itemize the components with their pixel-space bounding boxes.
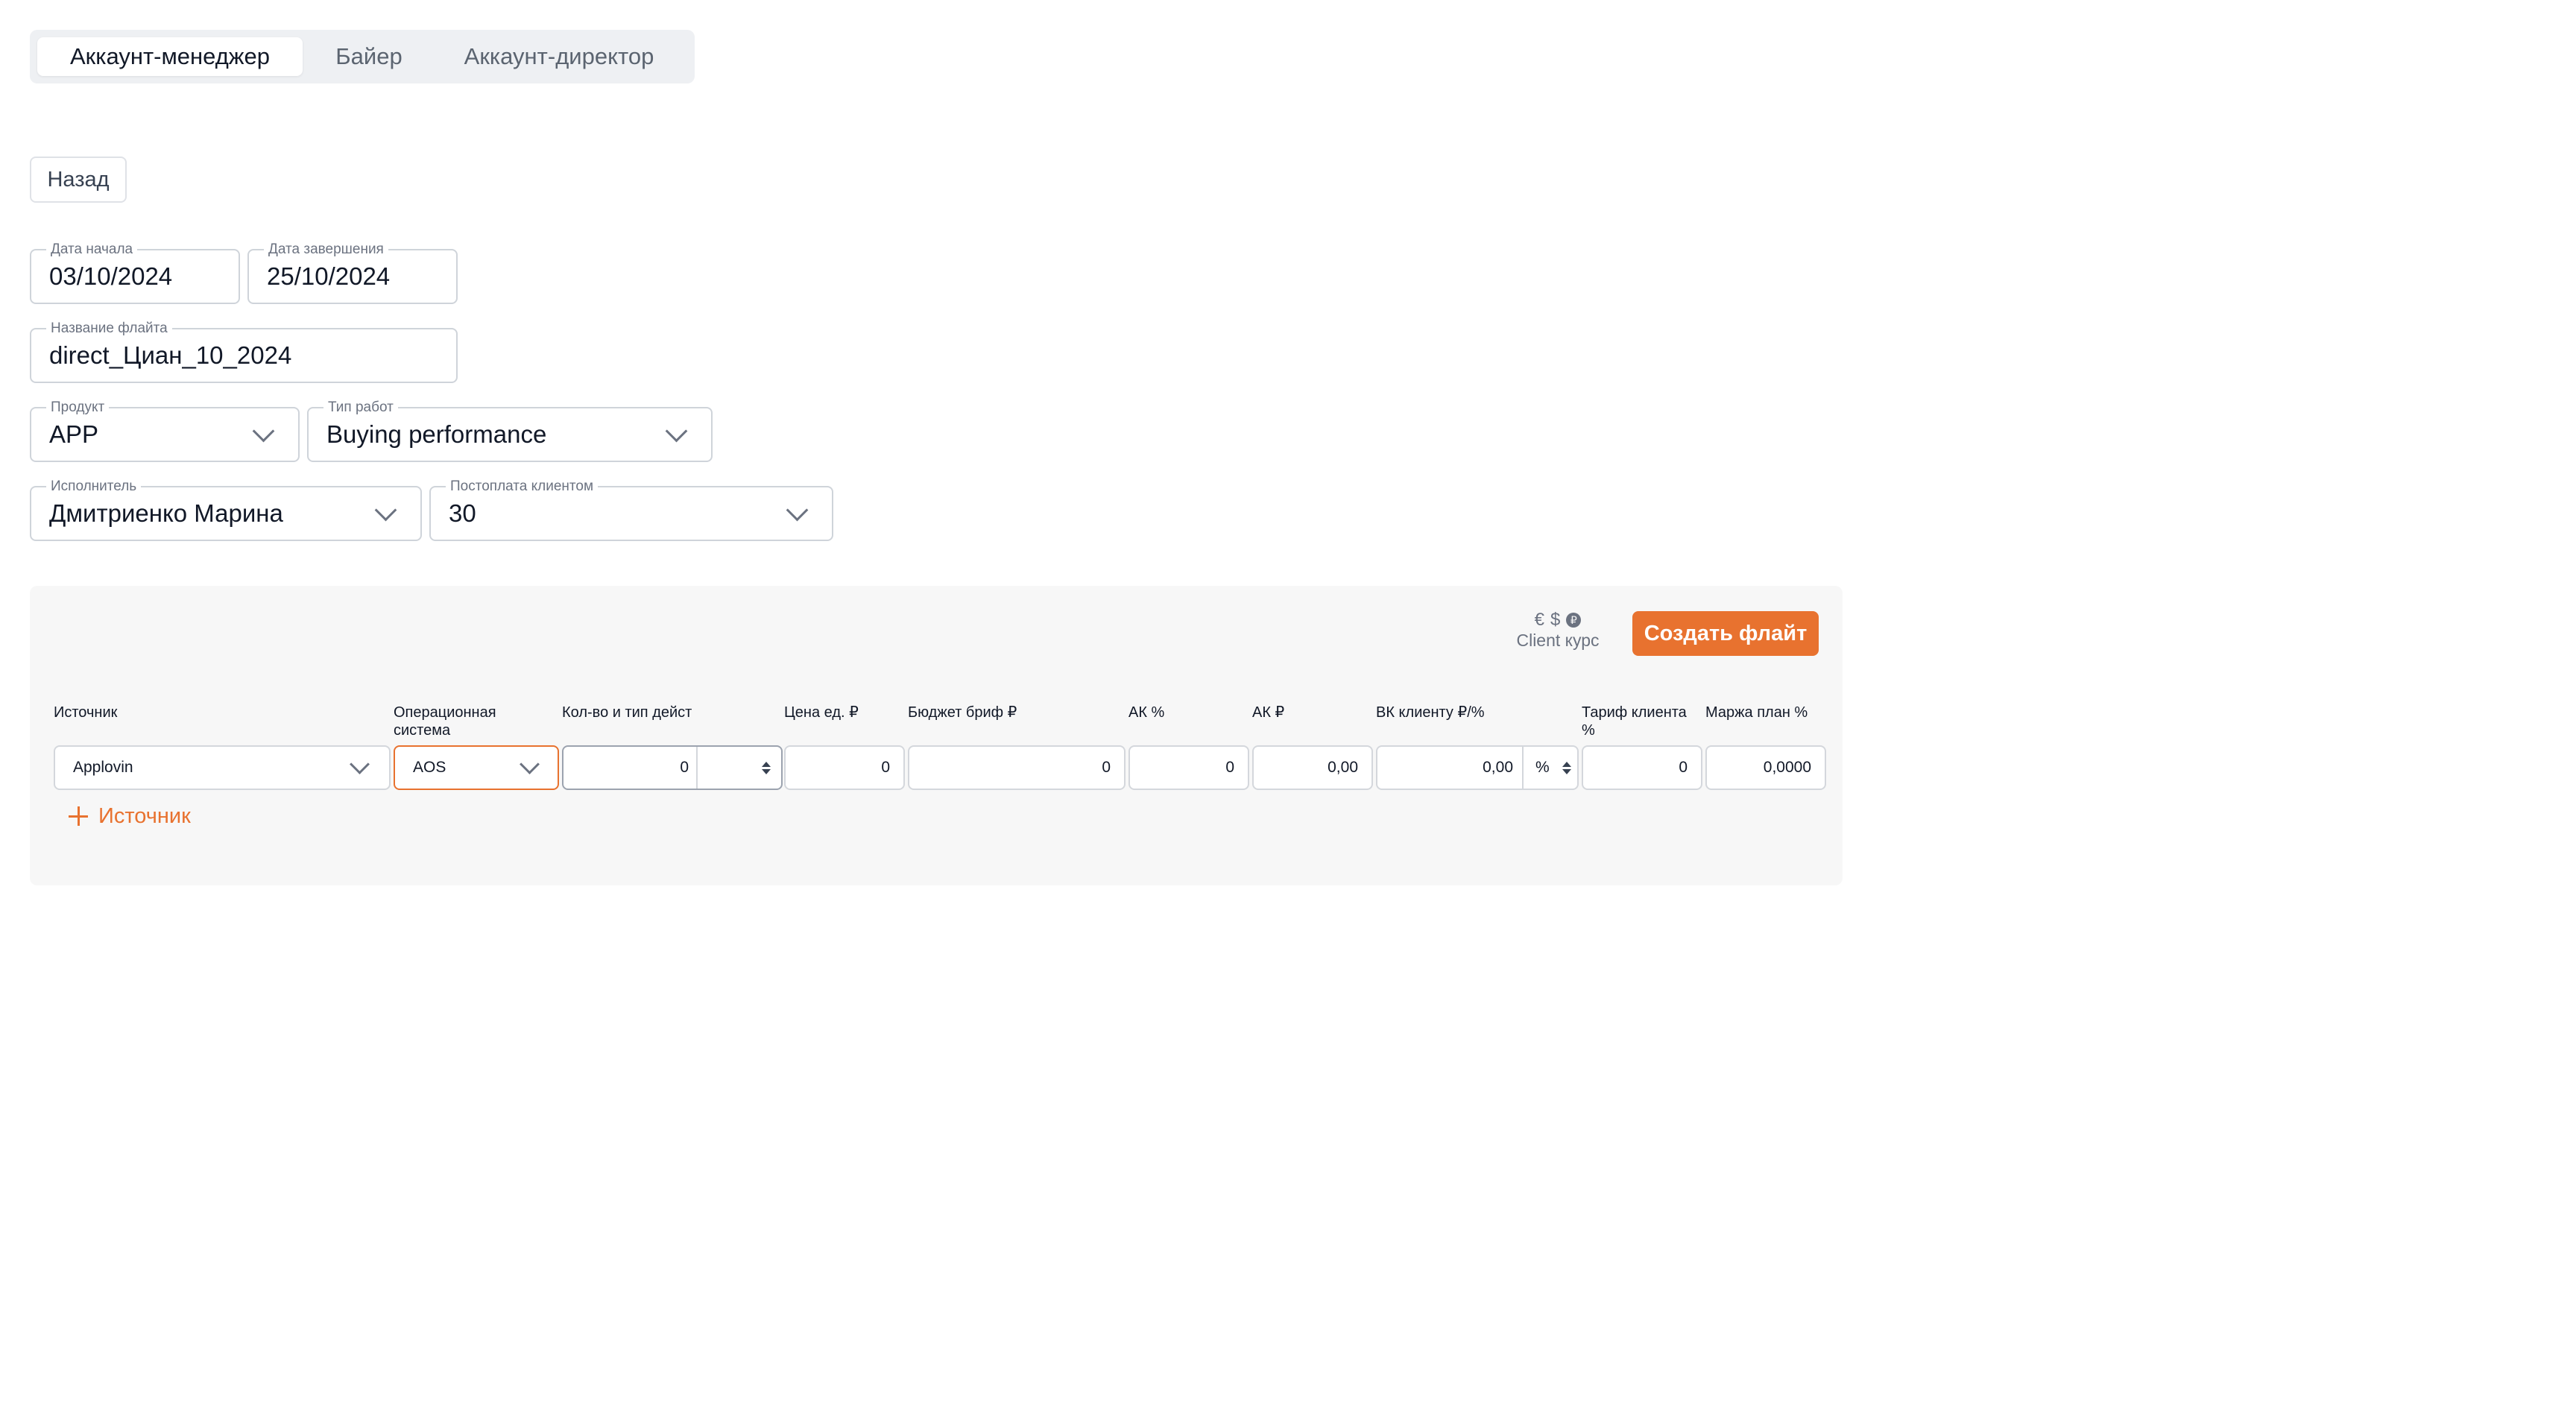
chevron-down-icon	[786, 499, 809, 522]
executor-value: Дмитриенко Марина	[49, 499, 283, 527]
vk-input[interactable]: 0,00	[1377, 747, 1524, 789]
col-source: Источник	[54, 704, 118, 721]
vk-unit-value: %	[1535, 759, 1550, 776]
euro-icon[interactable]: €	[1535, 610, 1544, 631]
currency-label: Client курс	[1516, 631, 1600, 650]
dollar-icon[interactable]: $	[1550, 610, 1560, 631]
tab-account-manager[interactable]: Аккаунт-менеджер	[37, 37, 303, 76]
flight-name-value: direct_Циан_10_2024	[49, 341, 292, 369]
flight-name-field[interactable]: Название флайта direct_Циан_10_2024	[30, 321, 458, 383]
plus-icon	[69, 806, 88, 826]
ak-rub-value: 0,00	[1328, 759, 1358, 776]
product-select[interactable]: Продукт APP	[30, 400, 300, 462]
chevron-down-icon	[665, 420, 688, 443]
source-value: Applovin	[73, 759, 133, 776]
qty-value: 0	[680, 759, 689, 776]
tab-account-director[interactable]: Аккаунт-директор	[432, 37, 686, 76]
postpay-select[interactable]: Постоплата клиентом 30	[429, 479, 833, 541]
work-type-value: Buying performance	[326, 420, 547, 448]
ak-pct-value: 0	[1225, 759, 1234, 776]
vk-group: 0,00 %	[1376, 745, 1579, 790]
os-select[interactable]: AOS	[394, 745, 559, 790]
create-flight-button[interactable]: Создать флайт	[1632, 611, 1819, 656]
qty-input[interactable]: 0	[564, 747, 698, 789]
start-date-value: 03/10/2024	[49, 262, 173, 290]
col-price: Цена ед. ₽	[784, 704, 859, 721]
executor-select[interactable]: Исполнитель Дмитриенко Марина	[30, 479, 422, 541]
chevron-down-icon	[350, 754, 370, 774]
chevron-down-icon	[374, 499, 397, 522]
ak-pct-input[interactable]: 0	[1128, 745, 1249, 790]
ak-rub-input[interactable]: 0,00	[1252, 745, 1373, 790]
end-date-field[interactable]: Дата завершения 25/10/2024	[247, 242, 458, 304]
sort-down-icon	[762, 769, 771, 774]
col-margin: Маржа план %	[1705, 704, 1808, 721]
product-value: APP	[49, 420, 99, 448]
end-date-value: 25/10/2024	[267, 262, 391, 290]
vk-value: 0,00	[1483, 759, 1513, 776]
currency-switch[interactable]: € $ ₽ Client курс	[1513, 610, 1603, 651]
col-ak-pct: АК %	[1128, 704, 1165, 721]
role-tabs: Аккаунт-менеджер Байер Аккаунт-директор	[30, 30, 695, 83]
tariff-value: 0	[1679, 759, 1688, 776]
back-button[interactable]: Назад	[30, 157, 127, 203]
col-os: Операционная система	[394, 704, 496, 739]
sort-down-icon	[1562, 769, 1571, 774]
sort-up-icon	[1562, 762, 1571, 767]
ruble-icon[interactable]: ₽	[1566, 613, 1582, 628]
add-source-button[interactable]: Источник	[69, 797, 191, 835]
action-type-select[interactable]	[699, 747, 781, 789]
price-input[interactable]: 0	[784, 745, 905, 790]
col-qty: Кол-во и тип дейст	[562, 704, 692, 721]
col-ak-rub: АК ₽	[1252, 704, 1285, 721]
start-date-field[interactable]: Дата начала 03/10/2024	[30, 242, 240, 304]
postpay-value: 30	[449, 499, 476, 527]
col-tariff: Тариф клиента %	[1582, 704, 1687, 739]
chevron-down-icon	[520, 754, 540, 774]
price-value: 0	[881, 759, 890, 776]
add-source-label: Источник	[98, 803, 191, 828]
source-select[interactable]: Applovin	[54, 745, 391, 790]
tab-buyer[interactable]: Байер	[321, 37, 417, 76]
margin-value: 0,0000	[1763, 759, 1811, 776]
qty-group: 0	[562, 745, 783, 790]
chevron-down-icon	[252, 420, 275, 443]
col-vk: ВК клиенту ₽/%	[1376, 704, 1485, 721]
vk-unit-select[interactable]: %	[1525, 747, 1577, 789]
margin-input[interactable]: 0,0000	[1705, 745, 1826, 790]
budget-value: 0	[1102, 759, 1111, 776]
tariff-input[interactable]: 0	[1582, 745, 1702, 790]
budget-input[interactable]: 0	[908, 745, 1126, 790]
sort-up-icon	[762, 762, 771, 767]
work-type-select[interactable]: Тип работ Buying performance	[307, 400, 713, 462]
col-budget: Бюджет бриф ₽	[908, 704, 1017, 721]
os-value: AOS	[413, 759, 446, 776]
